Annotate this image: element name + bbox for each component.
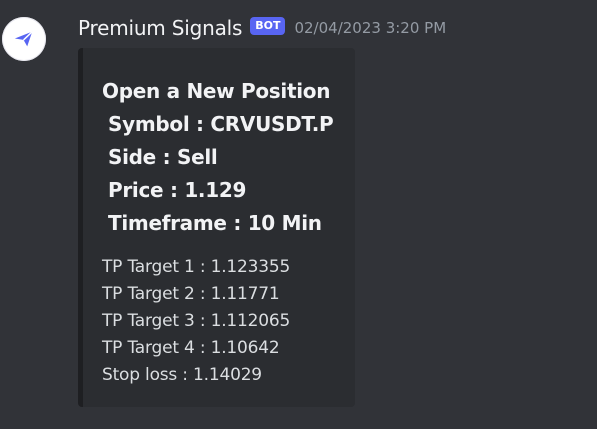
tp-target-1: TP Target 1 : 1.123355 (102, 257, 291, 277)
embed-title: Open a New Position (102, 79, 331, 103)
tp-target-2: TP Target 2 : 1.11771 (102, 284, 280, 304)
chat-message: Premium Signals BOT 02/04/2023 3:20 PM O… (0, 0, 597, 429)
paper-plane-icon (14, 31, 33, 47)
symbol-line: Symbol : CRVUSDT.P (108, 112, 334, 136)
stop-loss: Stop loss : 1.14029 (102, 365, 262, 385)
message-header: Premium Signals BOT 02/04/2023 3:20 PM (78, 14, 446, 42)
tp-target-4: TP Target 4 : 1.10642 (102, 338, 280, 358)
bot-badge: BOT (250, 17, 286, 35)
tp-target-3: TP Target 3 : 1.112065 (102, 311, 291, 331)
message-timestamp: 02/04/2023 3:20 PM (294, 19, 447, 37)
price-line: Price : 1.129 (108, 178, 247, 202)
author-name[interactable]: Premium Signals (78, 16, 242, 40)
side-line: Side : Sell (108, 145, 218, 169)
avatar[interactable] (2, 17, 46, 61)
embed-body: Open a New Position Symbol : CRVUSDT.P S… (102, 75, 352, 389)
targets-list: TP Target 1 : 1.123355 TP Target 2 : 1.1… (102, 254, 352, 389)
message-embed: Open a New Position Symbol : CRVUSDT.P S… (78, 48, 355, 407)
timeframe-line: Timeframe : 10 Min (108, 211, 322, 235)
